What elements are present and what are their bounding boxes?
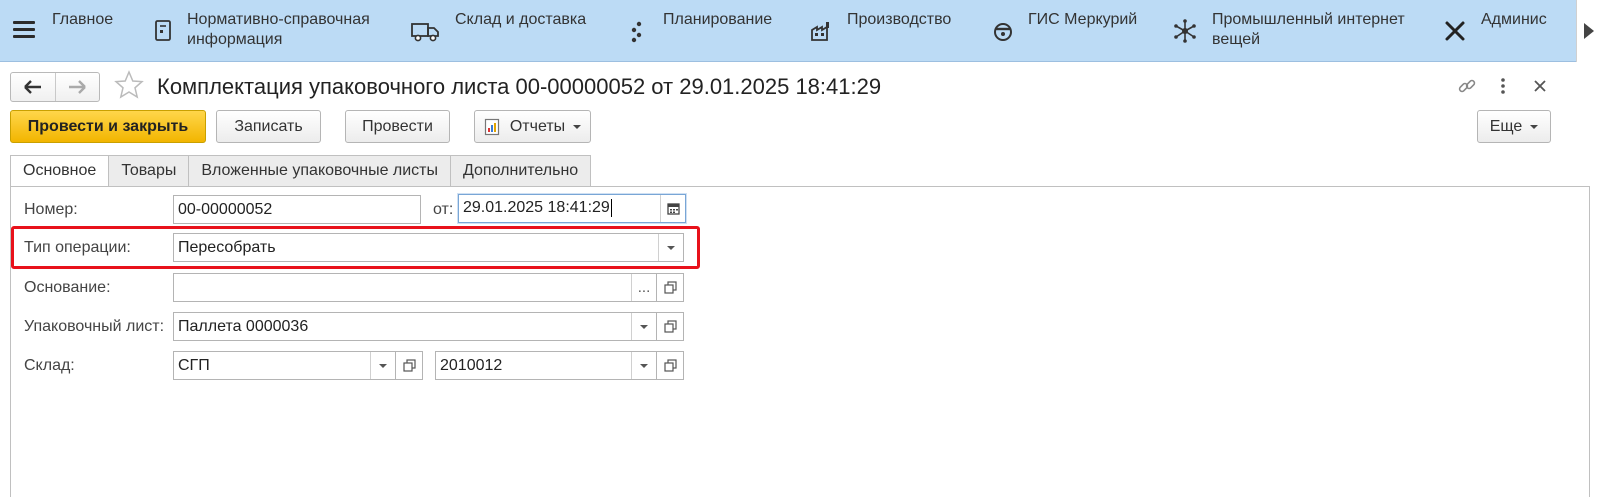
storage-cell-value: 2010012 xyxy=(440,356,503,374)
nav-mercury-label: ГИС Меркурий xyxy=(1028,11,1138,28)
basis-select-button[interactable]: ... xyxy=(631,274,656,301)
nav-scroll-right-button[interactable] xyxy=(1576,0,1600,62)
tab-goods[interactable]: Товары xyxy=(108,155,189,187)
chevron-down-icon xyxy=(640,324,648,329)
reports-button[interactable]: Отчеты xyxy=(474,110,591,143)
factory-icon xyxy=(811,22,829,41)
date-label: от: xyxy=(433,201,454,218)
warehouse-select[interactable]: СГП xyxy=(173,351,396,380)
date-value: 29.01.2025 18:41:29 xyxy=(463,199,610,217)
packing-list-label: Упаковочный лист: xyxy=(24,318,165,335)
text-cursor xyxy=(610,199,612,218)
history-buttons xyxy=(10,72,100,102)
open-icon xyxy=(663,359,677,372)
tab-nested-packing-lists[interactable]: Вложенные упаковочные листы xyxy=(188,155,451,187)
chevron-down-icon xyxy=(640,363,648,368)
packing-list-dropdown-button[interactable] xyxy=(631,313,656,340)
menu-icon[interactable] xyxy=(13,21,35,39)
back-button[interactable] xyxy=(11,73,55,101)
nav-iiot-label-1: Промышленный интернет xyxy=(1212,11,1405,28)
nav-warehouse-label: Склад и доставка xyxy=(455,11,587,28)
nav-production-label: Производство xyxy=(847,11,952,28)
packing-list-value: Паллета 0000036 xyxy=(178,317,309,335)
number-field[interactable]: 00-00000052 xyxy=(173,195,421,224)
tab-additional[interactable]: Дополнительно xyxy=(450,155,592,187)
open-icon xyxy=(663,281,677,294)
nav-iiot-label-2: вещей xyxy=(1212,31,1261,48)
date-value-wrap: 29.01.2025 18:41:29 xyxy=(459,199,660,218)
basis-open-button[interactable] xyxy=(657,273,684,302)
basis-field[interactable]: ... xyxy=(173,273,657,302)
mercury-icon xyxy=(994,23,1012,41)
post-button[interactable]: Провести xyxy=(345,110,450,143)
favorite-star-icon[interactable] xyxy=(114,70,144,100)
arrow-left-icon xyxy=(23,80,41,94)
post-and-close-button[interactable]: Провести и закрыть xyxy=(10,110,206,143)
sections-panel: Главное Нормативно-справочная информация… xyxy=(0,0,1600,62)
chevron-down-icon xyxy=(1530,124,1539,129)
nav-admin-label: Админис xyxy=(1481,11,1547,28)
calendar-button[interactable] xyxy=(660,195,685,222)
open-icon xyxy=(663,320,677,333)
packing-list-select[interactable]: Паллета 0000036 xyxy=(173,312,657,341)
tab-bar: Основное Товары Вложенные упаковочные ли… xyxy=(10,155,592,187)
dots-icon xyxy=(631,21,642,43)
tab-main[interactable]: Основное xyxy=(10,155,109,187)
more-actions-icon[interactable] xyxy=(1492,75,1514,97)
number-label: Номер: xyxy=(24,201,78,218)
nav-planning-label: Планирование xyxy=(663,11,773,28)
more-button-label: Еще xyxy=(1489,117,1523,135)
nav-main-label: Главное xyxy=(52,11,114,28)
tools-icon xyxy=(1445,21,1465,41)
chevron-down-icon xyxy=(573,124,582,129)
basis-label: Основание: xyxy=(24,279,111,296)
forward-button[interactable] xyxy=(54,73,100,101)
storage-cell-dropdown-button[interactable] xyxy=(631,352,656,379)
link-icon[interactable] xyxy=(1456,75,1478,97)
save-button[interactable]: Записать xyxy=(216,110,321,143)
nav-reference-info-label-2: информация xyxy=(187,31,283,48)
warehouse-label: Склад: xyxy=(24,357,75,374)
document-window: Комплектация упаковочного листа 00-00000… xyxy=(0,62,1600,497)
number-value: 00-00000052 xyxy=(178,200,273,218)
date-field[interactable]: 29.01.2025 18:41:29 xyxy=(458,194,686,223)
packing-list-open-button[interactable] xyxy=(657,312,684,341)
calendar-icon xyxy=(666,203,680,215)
storage-cell-open-button[interactable] xyxy=(657,351,684,380)
close-icon[interactable] xyxy=(1529,75,1551,97)
storage-cell-select[interactable]: 2010012 xyxy=(435,351,657,380)
warehouse-open-button[interactable] xyxy=(396,351,423,380)
more-button[interactable]: Еще xyxy=(1477,110,1551,143)
book-icon xyxy=(155,20,171,41)
network-icon xyxy=(1174,19,1196,43)
reports-button-label: Отчеты xyxy=(509,117,566,135)
highlight-frame xyxy=(11,226,700,269)
open-icon xyxy=(402,359,416,372)
truck-icon xyxy=(411,23,439,42)
warehouse-dropdown-button[interactable] xyxy=(370,352,395,379)
warehouse-value: СГП xyxy=(178,356,210,374)
report-icon xyxy=(484,118,499,135)
chevron-down-icon xyxy=(379,363,387,368)
page-title: Комплектация упаковочного листа 00-00000… xyxy=(157,74,882,99)
nav-reference-info-label-1: Нормативно-справочная xyxy=(187,11,370,28)
arrow-right-icon xyxy=(69,80,87,94)
